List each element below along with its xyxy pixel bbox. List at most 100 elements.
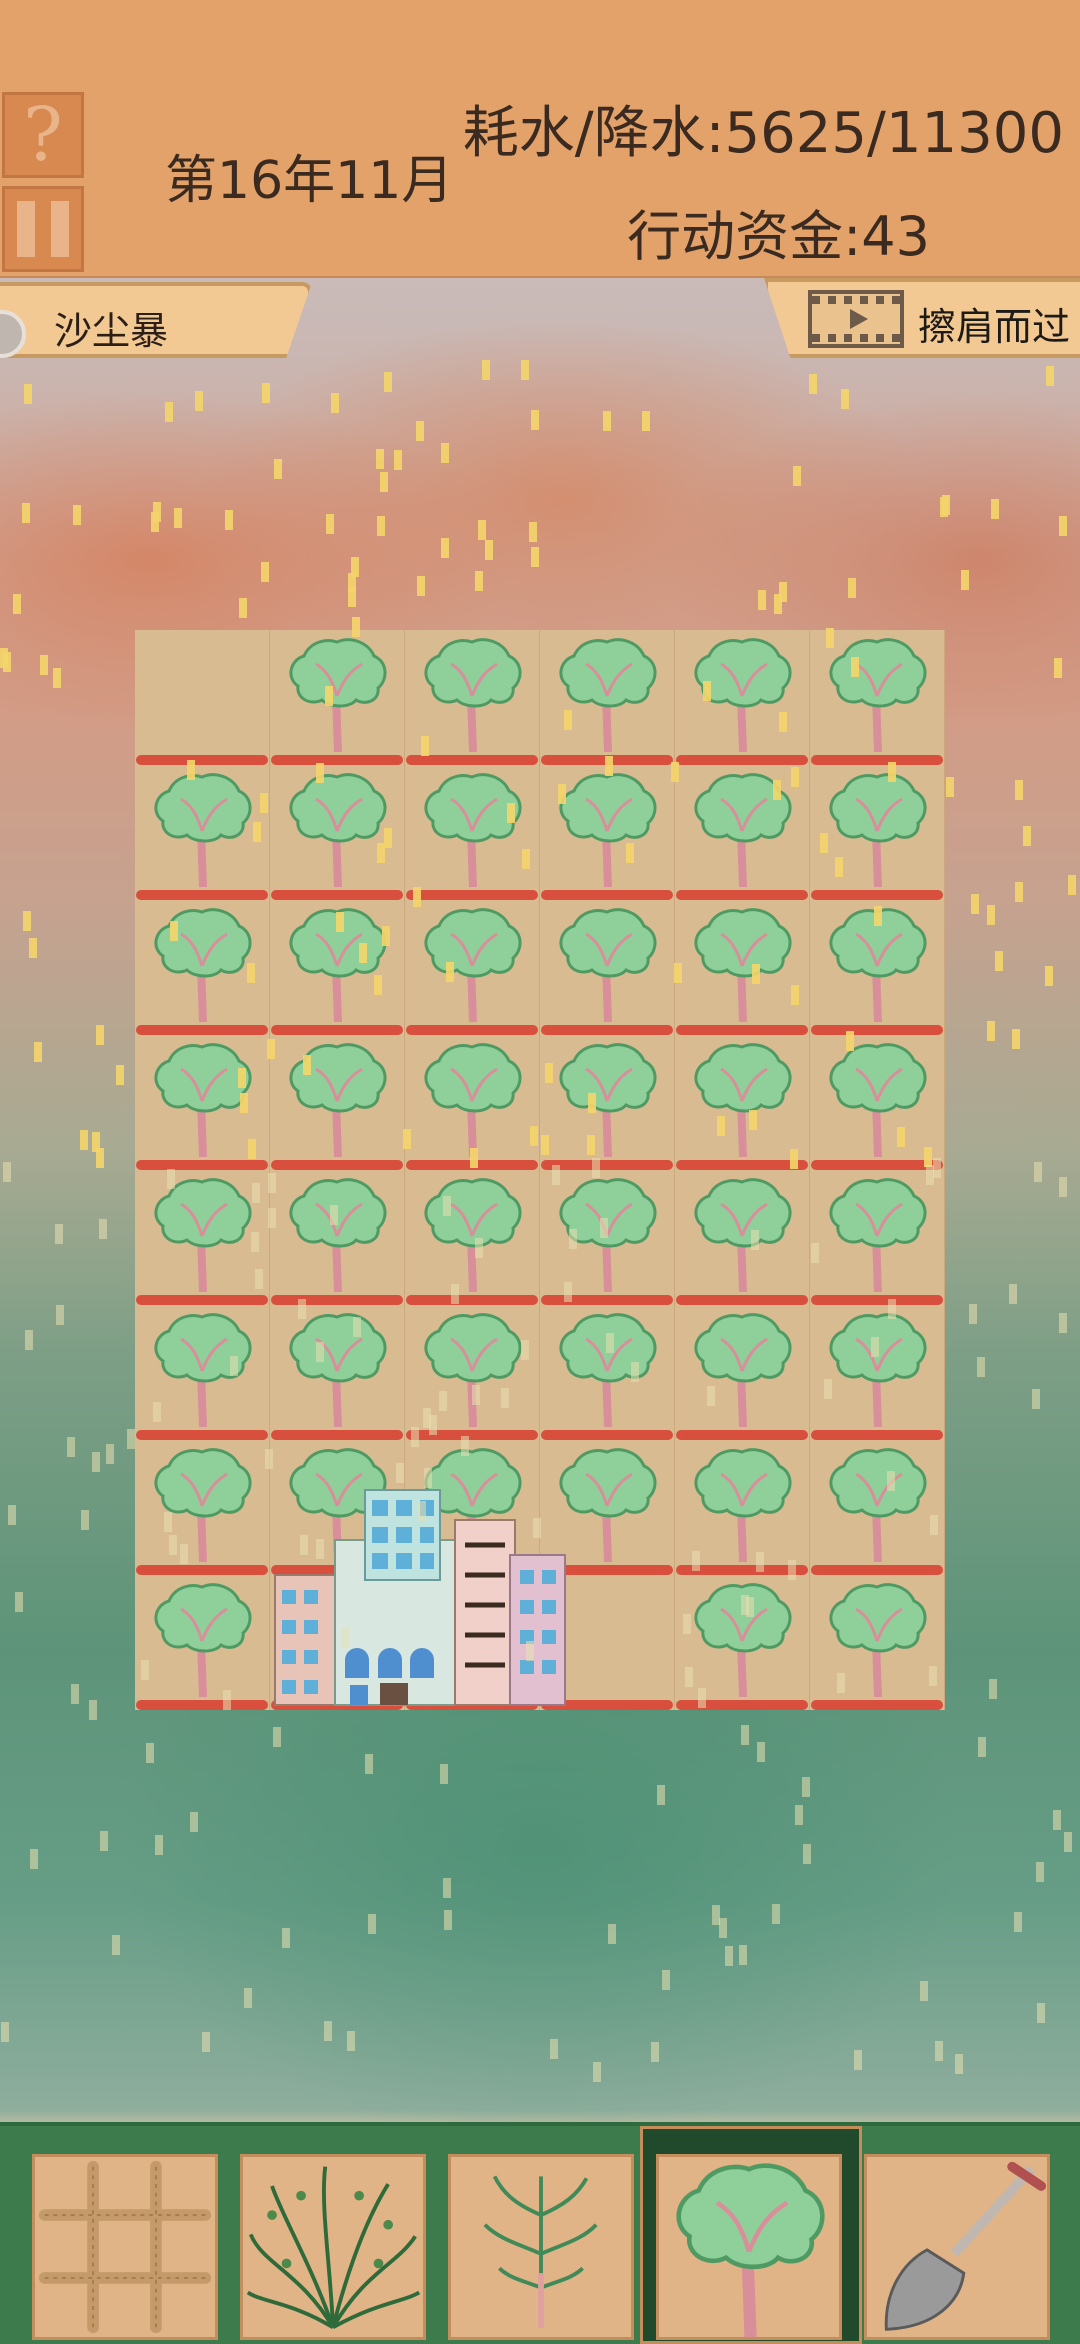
- action-funds: 行动资金:43: [627, 205, 930, 268]
- grid-tile[interactable]: [270, 900, 405, 1035]
- sapling-icon: [483, 2175, 598, 2328]
- tile-water-bar: [541, 1295, 673, 1305]
- grid-tile[interactable]: [675, 1035, 810, 1170]
- grid-tile[interactable]: [135, 1170, 270, 1305]
- grid-tile[interactable]: [405, 765, 540, 900]
- grid-tile[interactable]: [810, 630, 945, 765]
- pause-button[interactable]: [2, 186, 84, 272]
- tile-water-bar: [136, 1160, 268, 1170]
- sapling-tool[interactable]: [448, 2154, 634, 2340]
- tile-water-bar: [541, 1430, 673, 1440]
- tile-water-bar: [406, 890, 538, 900]
- tile-water-bar: [271, 1295, 403, 1305]
- tile-water-bar: [271, 890, 403, 900]
- tile-water-bar: [676, 1700, 808, 1710]
- grid-tile[interactable]: [405, 1305, 540, 1440]
- grid-tile[interactable]: [810, 765, 945, 900]
- tile-water-bar: [136, 1430, 268, 1440]
- shrub-icon: [246, 2166, 421, 2330]
- grid-tile[interactable]: [135, 1440, 270, 1575]
- tile-water-bar: [136, 1025, 268, 1035]
- grid-tile[interactable]: [810, 1440, 945, 1575]
- grid-tile[interactable]: [270, 1035, 405, 1170]
- tile-water-bar: [271, 1025, 403, 1035]
- grid-tile[interactable]: [675, 1440, 810, 1575]
- tile-water-bar: [406, 1025, 538, 1035]
- tile-water-bar: [406, 1430, 538, 1440]
- tile-water-bar: [811, 1700, 943, 1710]
- video-replay-icon[interactable]: [808, 290, 904, 348]
- tile-water-bar: [271, 755, 403, 765]
- grid-tile[interactable]: [405, 630, 540, 765]
- weather-event-tag: 沙尘暴: [0, 282, 312, 358]
- grid-tile[interactable]: [135, 1305, 270, 1440]
- grid-tile[interactable]: [540, 1305, 675, 1440]
- grid-tile[interactable]: [810, 1575, 945, 1710]
- tile-water-bar: [541, 755, 673, 765]
- tree-tool[interactable]: [656, 2154, 842, 2340]
- grid-tile[interactable]: [270, 1305, 405, 1440]
- tile-water-bar: [541, 1160, 673, 1170]
- grid-tile[interactable]: [540, 900, 675, 1035]
- grid-tile[interactable]: [135, 765, 270, 900]
- tile-water-bar: [406, 1295, 538, 1305]
- grid-tile[interactable]: [270, 630, 405, 765]
- tile-water-bar: [136, 1700, 268, 1710]
- tile-water-bar: [136, 890, 268, 900]
- grid-tile[interactable]: [270, 1170, 405, 1305]
- tile-water-bar: [676, 1565, 808, 1575]
- grid-tile[interactable]: [810, 1035, 945, 1170]
- tile-water-bar: [676, 1295, 808, 1305]
- status-bar: ? 第16年11月 耗水/降水:5625/11300 行动资金:43: [0, 0, 1080, 278]
- city-buildings-icon: [270, 1485, 675, 1710]
- tile-water-bar: [676, 890, 808, 900]
- tile-water-bar: [271, 1160, 403, 1170]
- straw-grid-icon: [38, 2160, 212, 2334]
- game-date: 第16年11月: [165, 151, 454, 211]
- grid-tile[interactable]: [675, 1575, 810, 1710]
- grid-tile[interactable]: [810, 900, 945, 1035]
- grid-tile[interactable]: [540, 630, 675, 765]
- tile-water-bar: [136, 755, 268, 765]
- grid-tile[interactable]: [540, 1170, 675, 1305]
- tile-water-bar: [136, 1295, 268, 1305]
- shovel-tool[interactable]: [864, 2154, 1050, 2340]
- tree-icon: [676, 2163, 825, 2337]
- grid-tile[interactable]: [810, 1305, 945, 1440]
- tile-water-bar: [541, 890, 673, 900]
- grid-tile[interactable]: [135, 900, 270, 1035]
- tile-water-bar: [541, 1025, 673, 1035]
- straw-grid-tool[interactable]: [32, 2154, 218, 2340]
- pause-icon: [17, 201, 35, 257]
- tile-water-bar: [271, 1430, 403, 1440]
- grid-tile[interactable]: [540, 1035, 675, 1170]
- weather-event-label: 沙尘暴: [54, 309, 169, 353]
- grid-tile[interactable]: [405, 900, 540, 1035]
- grid-tile[interactable]: [675, 765, 810, 900]
- tile-water-bar: [406, 1160, 538, 1170]
- shrub-tool[interactable]: [240, 2154, 426, 2340]
- grid-tile[interactable]: [675, 1170, 810, 1305]
- grid-tile[interactable]: [675, 900, 810, 1035]
- tile-water-bar: [811, 1295, 943, 1305]
- grid-tile[interactable]: [135, 1575, 270, 1710]
- shovel-icon: [884, 2161, 1047, 2331]
- help-button[interactable]: ?: [2, 92, 84, 178]
- tile-water-bar: [811, 1430, 943, 1440]
- grid-tile[interactable]: [675, 630, 810, 765]
- grid-tile[interactable]: [405, 1035, 540, 1170]
- tile-water-bar: [811, 1160, 943, 1170]
- grid-tile[interactable]: [405, 1170, 540, 1305]
- tool-bar: [0, 2122, 1080, 2344]
- tile-water-bar: [811, 755, 943, 765]
- tile-water-bar: [676, 1160, 808, 1170]
- grid-tile[interactable]: [135, 1035, 270, 1170]
- grid-tile[interactable]: [675, 1305, 810, 1440]
- tile-water-bar: [676, 1430, 808, 1440]
- grid-tile[interactable]: [270, 765, 405, 900]
- tile-water-bar: [136, 1565, 268, 1575]
- grid-tile[interactable]: [540, 765, 675, 900]
- grid-tile[interactable]: [810, 1170, 945, 1305]
- grid-tile[interactable]: [135, 630, 270, 765]
- tile-water-bar: [811, 1025, 943, 1035]
